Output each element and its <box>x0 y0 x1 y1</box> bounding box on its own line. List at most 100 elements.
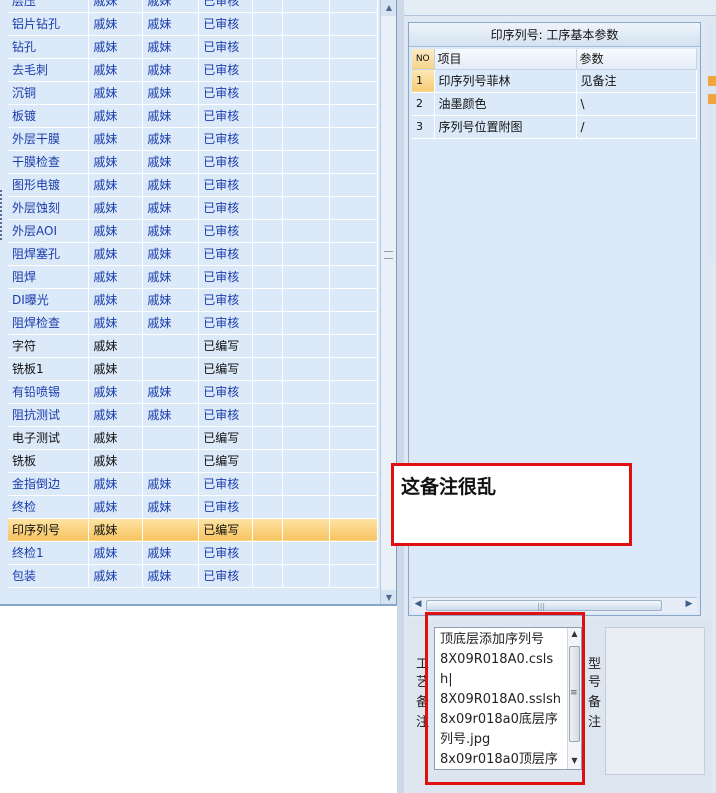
scroll-left-icon[interactable]: ◀ <box>412 599 424 609</box>
process-name-cell[interactable]: 铝片钻孔 <box>8 12 90 36</box>
empty-cell[interactable] <box>329 357 378 381</box>
table-row[interactable]: 板镀 戚妹 戚妹 已审核 <box>8 104 378 128</box>
empty-cell[interactable] <box>282 196 331 220</box>
process-name-cell[interactable]: 阻焊 <box>8 265 90 289</box>
process-name-cell[interactable]: 印序列号 <box>8 518 90 542</box>
empty-cell[interactable] <box>252 0 284 13</box>
process-name-cell[interactable]: 层压 <box>8 0 90 13</box>
reviewer-cell[interactable]: 戚妹 <box>142 380 200 404</box>
empty-cell[interactable] <box>329 403 378 427</box>
empty-cell[interactable] <box>329 288 378 312</box>
empty-cell[interactable] <box>252 564 284 588</box>
empty-cell[interactable] <box>329 150 378 174</box>
process-name-cell[interactable]: 阻抗测试 <box>8 403 90 427</box>
process-name-cell[interactable]: 板镀 <box>8 104 90 128</box>
maker-cell[interactable]: 戚妹 <box>88 357 144 381</box>
maker-cell[interactable]: 戚妹 <box>88 242 144 266</box>
empty-cell[interactable] <box>252 380 284 404</box>
empty-cell[interactable] <box>252 196 284 220</box>
empty-cell[interactable] <box>252 127 284 151</box>
empty-cell[interactable] <box>282 357 331 381</box>
empty-cell[interactable] <box>252 311 284 335</box>
row-number-cell[interactable]: 2 <box>412 92 435 116</box>
empty-cell[interactable] <box>252 81 284 105</box>
empty-cell[interactable] <box>282 219 331 243</box>
maker-cell[interactable]: 戚妹 <box>88 495 144 519</box>
table-row[interactable]: 外层干膜 戚妹 戚妹 已审核 <box>8 127 378 151</box>
empty-cell[interactable] <box>282 472 331 496</box>
empty-cell[interactable] <box>252 426 284 450</box>
empty-cell[interactable] <box>252 242 284 266</box>
reviewer-cell[interactable]: 戚妹 <box>142 196 200 220</box>
empty-cell[interactable] <box>329 127 378 151</box>
process-name-cell[interactable]: 去毛刺 <box>8 58 90 82</box>
process-name-cell[interactable]: 电子测试 <box>8 426 90 450</box>
reviewer-cell[interactable] <box>142 357 200 381</box>
table-row[interactable]: 终检 戚妹 戚妹 已审核 <box>8 495 378 519</box>
table-row[interactable]: 外层蚀刻 戚妹 戚妹 已审核 <box>8 196 378 220</box>
maker-cell[interactable]: 戚妹 <box>88 219 144 243</box>
param-item-cell[interactable]: 序列号位置附图 <box>434 115 577 139</box>
empty-cell[interactable] <box>252 150 284 174</box>
empty-cell[interactable] <box>252 357 284 381</box>
empty-cell[interactable] <box>252 219 284 243</box>
empty-cell[interactable] <box>282 150 331 174</box>
empty-cell[interactable] <box>252 403 284 427</box>
empty-cell[interactable] <box>252 173 284 197</box>
table-row[interactable]: 电子测试 戚妹 已编写 <box>8 426 378 450</box>
reviewer-cell[interactable] <box>142 518 200 542</box>
empty-cell[interactable] <box>252 265 284 289</box>
table-row[interactable]: 2 油墨颜色 \ <box>412 92 697 116</box>
reviewer-cell[interactable]: 戚妹 <box>142 403 200 427</box>
empty-cell[interactable] <box>282 426 331 450</box>
maker-cell[interactable]: 戚妹 <box>88 403 144 427</box>
status-cell[interactable]: 已审核 <box>198 196 254 220</box>
col-header-item[interactable]: 项目 <box>434 49 577 70</box>
reviewer-cell[interactable]: 戚妹 <box>142 495 200 519</box>
reviewer-cell[interactable]: 戚妹 <box>142 173 200 197</box>
status-cell[interactable]: 已编写 <box>198 449 254 473</box>
empty-cell[interactable] <box>329 380 378 404</box>
reviewer-cell[interactable]: 戚妹 <box>142 0 200 13</box>
status-cell[interactable]: 已审核 <box>198 541 254 565</box>
maker-cell[interactable]: 戚妹 <box>88 265 144 289</box>
empty-cell[interactable] <box>329 449 378 473</box>
status-cell[interactable]: 已审核 <box>198 472 254 496</box>
table-row[interactable]: 包装 戚妹 戚妹 已审核 <box>8 564 378 588</box>
empty-cell[interactable] <box>329 334 378 358</box>
reviewer-cell[interactable] <box>142 426 200 450</box>
empty-cell[interactable] <box>252 518 284 542</box>
empty-cell[interactable] <box>252 35 284 59</box>
empty-cell[interactable] <box>252 58 284 82</box>
reviewer-cell[interactable] <box>142 449 200 473</box>
table-row[interactable]: 干膜检查 戚妹 戚妹 已审核 <box>8 150 378 174</box>
empty-cell[interactable] <box>282 242 331 266</box>
table-row[interactable]: 3 序列号位置附图 / <box>412 115 697 139</box>
empty-cell[interactable] <box>282 173 331 197</box>
process-name-cell[interactable]: 铣板 <box>8 449 90 473</box>
empty-cell[interactable] <box>329 472 378 496</box>
vertical-splitter[interactable] <box>397 0 404 793</box>
empty-cell[interactable] <box>252 12 284 36</box>
empty-cell[interactable] <box>329 495 378 519</box>
maker-cell[interactable]: 戚妹 <box>88 449 144 473</box>
empty-cell[interactable] <box>282 403 331 427</box>
reviewer-cell[interactable]: 戚妹 <box>142 81 200 105</box>
process-name-cell[interactable]: 外层AOI <box>8 219 90 243</box>
empty-cell[interactable] <box>282 449 331 473</box>
empty-cell[interactable] <box>329 35 378 59</box>
reviewer-cell[interactable] <box>142 334 200 358</box>
status-cell[interactable]: 已审核 <box>198 564 254 588</box>
table-row[interactable]: 铝片钻孔 戚妹 戚妹 已审核 <box>8 12 378 36</box>
params-hscrollbar[interactable]: ◀ ||| ▶ <box>412 597 697 613</box>
status-cell[interactable]: 已审核 <box>198 81 254 105</box>
reviewer-cell[interactable]: 戚妹 <box>142 12 200 36</box>
param-item-cell[interactable]: 印序列号菲林 <box>434 69 577 93</box>
empty-cell[interactable] <box>252 541 284 565</box>
empty-cell[interactable] <box>282 334 331 358</box>
status-cell[interactable]: 已审核 <box>198 265 254 289</box>
reviewer-cell[interactable]: 戚妹 <box>142 58 200 82</box>
empty-cell[interactable] <box>282 288 331 312</box>
maker-cell[interactable]: 戚妹 <box>88 173 144 197</box>
status-cell[interactable]: 已审核 <box>198 495 254 519</box>
